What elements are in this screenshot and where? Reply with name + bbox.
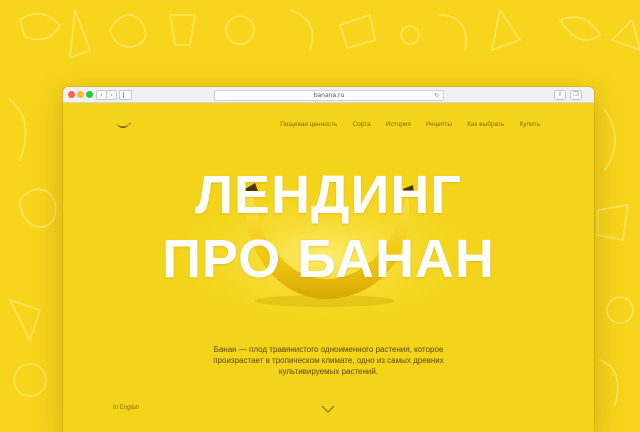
forward-icon[interactable]: › <box>106 90 117 100</box>
tabs-icon[interactable]: ❐ <box>570 90 582 100</box>
address-bar[interactable]: banana.ru ↻ <box>214 90 444 101</box>
banana-logo-icon[interactable] <box>115 121 131 131</box>
menu-item-recipes[interactable]: Рецепты <box>426 121 452 128</box>
menu-item-history[interactable]: История <box>386 121 411 128</box>
hero-description: Банан — плод травянистого одноименного р… <box>213 345 444 376</box>
menu-item-buy[interactable]: Купить <box>519 121 540 128</box>
landing-page: Пищевая ценность Сорта История Рецепты К… <box>63 103 594 432</box>
minimize-window-button[interactable] <box>77 91 84 98</box>
menu-item-nutrition[interactable]: Пищевая ценность <box>280 121 337 128</box>
headline-line-1: ЛЕНДИНГ <box>195 165 462 225</box>
hero-headline: ЛЕНДИНГ ПРО БАНАН <box>63 163 594 291</box>
close-window-button[interactable] <box>68 91 75 98</box>
url-text: banana.ru <box>313 92 345 99</box>
zoom-window-button[interactable] <box>86 91 93 98</box>
browser-toolbar: ‹ › banana.ru ↻ ⇪ ❐ <box>63 87 594 103</box>
main-menu: Пищевая ценность Сорта История Рецепты К… <box>265 121 540 128</box>
menu-item-varieties[interactable]: Сорта <box>352 121 370 128</box>
headline-line-2: ПРО БАНАН <box>162 229 495 289</box>
chevron-down-icon[interactable] <box>321 405 335 413</box>
sidebar-icon[interactable] <box>119 90 132 100</box>
language-link[interactable]: In English <box>113 405 139 411</box>
share-icon[interactable]: ⇪ <box>554 90 566 100</box>
browser-window: ‹ › banana.ru ↻ ⇪ ❐ Пищевая ценность Сор… <box>63 87 594 432</box>
reload-icon[interactable]: ↻ <box>434 91 439 100</box>
menu-item-how-to-choose[interactable]: Как выбрать <box>467 121 504 128</box>
